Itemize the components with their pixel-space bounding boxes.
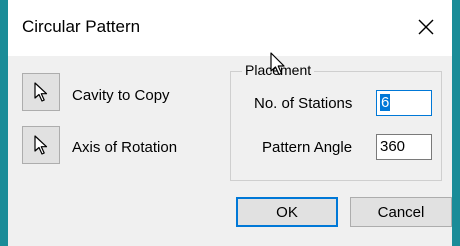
arrow-pointer-icon <box>34 135 48 155</box>
ok-button[interactable]: OK <box>236 197 338 227</box>
pattern-angle-label: Pattern Angle <box>262 139 353 156</box>
pick-axis-button[interactable] <box>22 126 60 164</box>
desktop-background-left <box>0 0 8 246</box>
pick-cavity-button[interactable] <box>22 73 60 111</box>
circular-pattern-dialog: Circular Pattern Cavity to Copy Axis of … <box>8 0 452 246</box>
arrow-pointer-icon <box>34 82 48 102</box>
desktop-background-right <box>452 0 460 246</box>
placement-group <box>230 71 442 181</box>
pattern-angle-input[interactable]: 360 <box>376 134 432 160</box>
close-button[interactable] <box>408 10 444 44</box>
stations-label: No. of Stations <box>254 95 353 112</box>
cancel-button[interactable]: Cancel <box>350 197 452 227</box>
dialog-title: Circular Pattern <box>22 17 141 36</box>
axis-of-rotation-label: Axis of Rotation <box>72 139 178 156</box>
cavity-to-copy-label: Cavity to Copy <box>72 87 170 104</box>
title-bar: Circular Pattern <box>8 0 452 56</box>
mouse-cursor-icon <box>270 52 285 76</box>
pattern-angle-value: 360 <box>380 138 406 155</box>
stations-input[interactable]: 6 <box>376 90 432 116</box>
close-icon <box>418 19 434 35</box>
stations-value: 6 <box>380 94 391 111</box>
